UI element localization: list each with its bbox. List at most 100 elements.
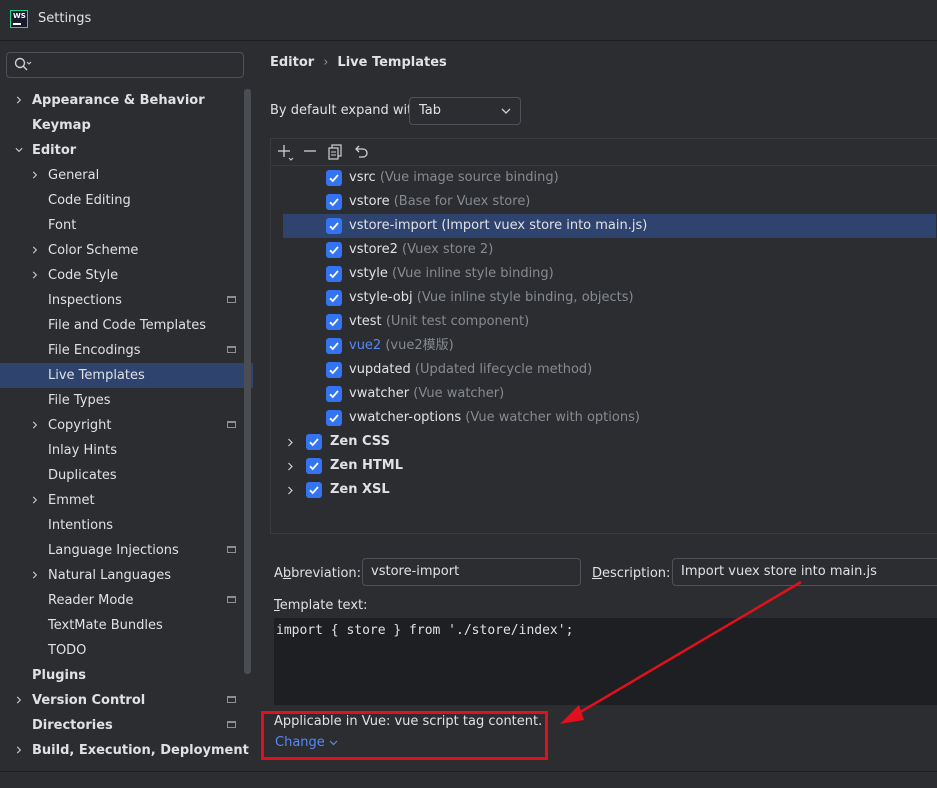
search-input[interactable] xyxy=(37,56,241,76)
description-input[interactable]: Import vuex store into main.js xyxy=(672,558,937,586)
template-group-zen-css[interactable]: Zen CSS xyxy=(271,430,937,454)
sidebar-item-version-control[interactable]: Version Control xyxy=(0,688,253,713)
template-checkbox[interactable] xyxy=(326,170,342,186)
chevron-down-icon[interactable] xyxy=(15,146,23,154)
breadcrumb: Editor › Live Templates xyxy=(270,55,447,70)
remove-icon[interactable] xyxy=(302,143,320,161)
template-checkbox[interactable] xyxy=(326,338,342,354)
chevron-right-icon[interactable] xyxy=(15,696,23,704)
chevron-right-icon[interactable] xyxy=(286,486,295,495)
chevron-right-icon[interactable] xyxy=(31,421,39,429)
add-icon[interactable] xyxy=(277,143,295,161)
group-checkbox[interactable] xyxy=(306,482,322,498)
sidebar-item-plugins[interactable]: Plugins xyxy=(0,663,253,688)
sidebar-item-textmate-bundles[interactable]: TextMate Bundles xyxy=(0,613,253,638)
settings-sidebar: Appearance & Behavior Keymap Editor General… xyxy=(0,41,253,771)
template-checkbox[interactable] xyxy=(326,362,342,378)
sidebar-item-code-style[interactable]: Code Style xyxy=(0,263,253,288)
sidebar-item-label: Natural Languages xyxy=(48,568,172,583)
sidebar-item-todo[interactable]: TODO xyxy=(0,638,253,663)
template-checkbox[interactable] xyxy=(326,410,342,426)
sidebar-item-live-templates[interactable]: Live Templates xyxy=(0,363,253,388)
template-checkbox[interactable] xyxy=(326,290,342,306)
sidebar-item-copyright[interactable]: Copyright xyxy=(0,413,253,438)
settings-search[interactable] xyxy=(6,52,244,78)
project-scope-icon xyxy=(227,596,236,603)
sidebar-item-reader-mode[interactable]: Reader Mode xyxy=(0,588,253,613)
template-checkbox[interactable] xyxy=(326,218,342,234)
sidebar-item-file-encodings[interactable]: File Encodings xyxy=(0,338,253,363)
sidebar-item-keymap[interactable]: Keymap xyxy=(0,113,253,138)
sidebar-item-file-types[interactable]: File Types xyxy=(0,388,253,413)
sidebar-item-intentions[interactable]: Intentions xyxy=(0,513,253,538)
sidebar-item-language-injections[interactable]: Language Injections xyxy=(0,538,253,563)
template-row-vsrc[interactable]: vsrc (Vue image source binding) xyxy=(271,166,937,190)
template-group-zen-html[interactable]: Zen HTML xyxy=(271,454,937,478)
template-row-vstyle-obj[interactable]: vstyle-obj (Vue inline style binding, ob… xyxy=(271,286,937,310)
sidebar-item-editor[interactable]: Editor xyxy=(0,138,253,163)
sidebar-item-general[interactable]: General xyxy=(0,163,253,188)
template-row-vtest[interactable]: vtest (Unit test component) xyxy=(271,310,937,334)
group-checkbox[interactable] xyxy=(306,458,322,474)
template-checkbox[interactable] xyxy=(326,242,342,258)
template-row-vupdated[interactable]: vupdated (Updated lifecycle method) xyxy=(271,358,937,382)
sidebar-item-natural-languages[interactable]: Natural Languages xyxy=(0,563,253,588)
template-checkbox[interactable] xyxy=(326,194,342,210)
chevron-down-icon xyxy=(501,108,511,114)
sidebar-item-label: Color Scheme xyxy=(48,243,139,258)
breadcrumb-parent[interactable]: Editor xyxy=(270,55,314,70)
template-row-vstore-import[interactable]: vstore-import (Import vuex store into ma… xyxy=(283,214,936,238)
template-checkbox[interactable] xyxy=(326,314,342,330)
sidebar-item-file-and-code-templates[interactable]: File and Code Templates xyxy=(0,313,253,338)
sidebar-item-color-scheme[interactable]: Color Scheme xyxy=(0,238,253,263)
chevron-right-icon[interactable] xyxy=(31,496,39,504)
chevron-right-icon[interactable] xyxy=(31,171,39,179)
sidebar-item-label: Code Editing xyxy=(48,193,131,208)
chevron-right-icon[interactable] xyxy=(286,438,295,447)
templates-toolbar xyxy=(271,139,937,166)
template-group-name: Zen HTML xyxy=(330,458,403,473)
template-row-vue2[interactable]: vue2 (vue2模版) xyxy=(271,334,937,358)
chevron-right-icon[interactable] xyxy=(31,246,39,254)
sidebar-item-appearance-behavior[interactable]: Appearance & Behavior xyxy=(0,88,253,113)
template-abbreviation: vupdated (Updated lifecycle method) xyxy=(349,362,593,377)
chevron-right-icon[interactable] xyxy=(31,271,39,279)
abbreviation-input[interactable]: vstore-import xyxy=(362,558,581,586)
chevron-right-icon[interactable] xyxy=(15,746,23,754)
template-row-vstyle[interactable]: vstyle (Vue inline style binding) xyxy=(271,262,937,286)
sidebar-item-code-editing[interactable]: Code Editing xyxy=(0,188,253,213)
template-description: (Import vuex store into main.js) xyxy=(441,218,648,233)
template-group-name: Zen CSS xyxy=(330,434,390,449)
sidebar-item-emmet[interactable]: Emmet xyxy=(0,488,253,513)
chevron-right-icon[interactable] xyxy=(286,462,295,471)
group-checkbox[interactable] xyxy=(306,434,322,450)
copy-icon[interactable] xyxy=(327,143,345,161)
sidebar-item-inlay-hints[interactable]: Inlay Hints xyxy=(0,438,253,463)
template-row-vstore[interactable]: vstore (Base for Vuex store) xyxy=(271,190,937,214)
template-checkbox[interactable] xyxy=(326,266,342,282)
sidebar-item-build-execution-deployment[interactable]: Build, Execution, Deployment xyxy=(0,738,253,763)
template-row-vstore2[interactable]: vstore2 (Vuex store 2) xyxy=(271,238,937,262)
sidebar-item-label: Inspections xyxy=(48,293,122,308)
template-description: (vue2模版) xyxy=(385,338,454,353)
undo-icon[interactable] xyxy=(353,143,371,161)
sidebar-scrollbar[interactable] xyxy=(244,89,251,674)
sidebar-item-label: Font xyxy=(48,218,77,233)
sidebar-item-label: Build, Execution, Deployment xyxy=(32,743,249,758)
template-text-editor[interactable]: import { store } from './store/index'; xyxy=(274,618,937,705)
chevron-right-icon[interactable] xyxy=(15,96,23,104)
sidebar-item-font[interactable]: Font xyxy=(0,213,253,238)
sidebar-item-duplicates[interactable]: Duplicates xyxy=(0,463,253,488)
search-icon xyxy=(14,57,32,71)
template-checkbox[interactable] xyxy=(326,386,342,402)
sidebar-item-label: Code Style xyxy=(48,268,119,283)
expand-with-dropdown[interactable]: Tab xyxy=(409,97,521,125)
template-group-zen-xsl[interactable]: Zen XSL xyxy=(271,478,937,502)
template-row-vwatcher-options[interactable]: vwatcher-options (Vue watcher with optio… xyxy=(271,406,937,430)
sidebar-item-directories[interactable]: Directories xyxy=(0,713,253,738)
template-row-vwatcher[interactable]: vwatcher (Vue watcher) xyxy=(271,382,937,406)
sidebar-item-inspections[interactable]: Inspections xyxy=(0,288,253,313)
template-abbreviation: vstore2 (Vuex store 2) xyxy=(349,242,494,257)
chevron-right-icon[interactable] xyxy=(31,571,39,579)
sidebar-item-label: Appearance & Behavior xyxy=(32,93,205,108)
